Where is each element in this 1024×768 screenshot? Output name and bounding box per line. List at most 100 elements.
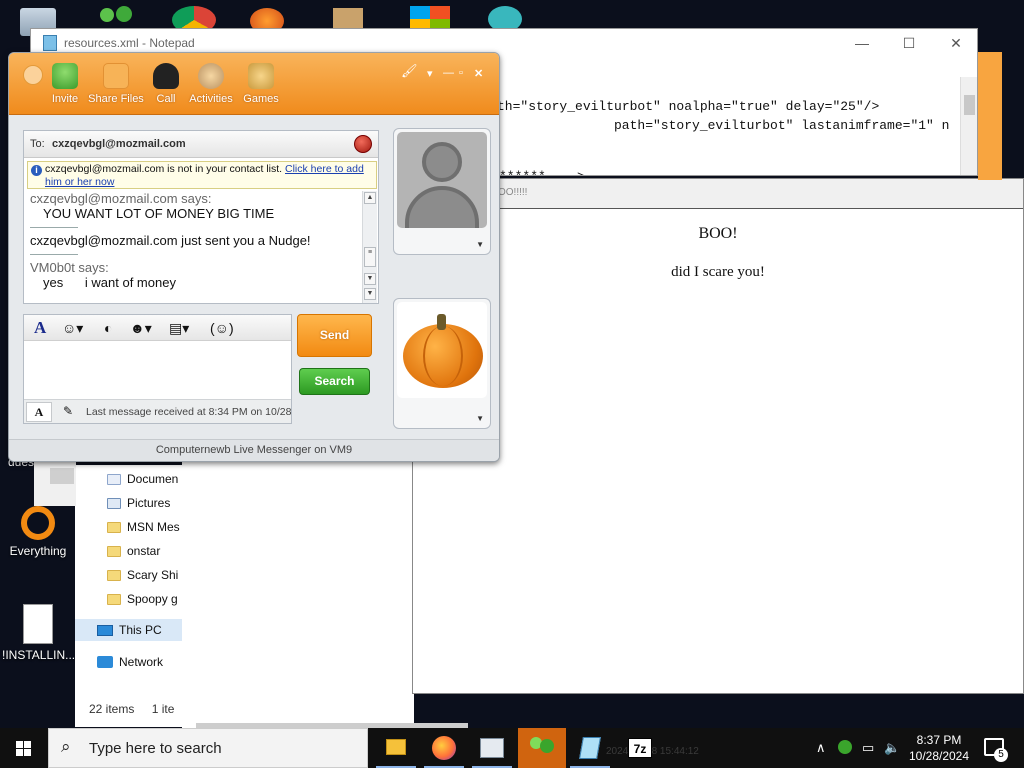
minimize-icon[interactable]: — <box>443 67 454 79</box>
background-icon[interactable]: ▤▾ <box>169 319 189 337</box>
last-message-status: Last message received at 8:34 PM on 10/2… <box>86 406 291 418</box>
scroll-down-icon[interactable]: ▼ <box>364 273 376 285</box>
close-icon[interactable]: ✕ <box>474 67 483 80</box>
handwriting-mode-icon[interactable]: ✎ <box>56 402 80 422</box>
app-taskbar-button[interactable] <box>468 728 516 768</box>
notice-text: cxzqevbgl@mozmail.com is not in your con… <box>45 163 283 175</box>
code-line: path="story_evilturbot" lastanimframe="1… <box>614 118 950 133</box>
games-icon <box>248 63 274 89</box>
msn-tray-icon[interactable] <box>838 740 852 754</box>
explorer-content-pane <box>182 462 414 728</box>
default-avatar-icon <box>397 132 487 228</box>
history-scrollbar[interactable]: ▲ ≡ ▼ ▼ <box>362 191 377 303</box>
contact-display-picture[interactable]: ▼ <box>393 128 491 255</box>
item-count: 22 items <box>89 702 135 716</box>
maximize-icon[interactable]: ▫ <box>459 67 463 79</box>
chevron-down-icon[interactable]: ▼ <box>476 414 484 423</box>
everything-desktop-icon[interactable]: Everything <box>2 506 74 558</box>
app-icon[interactable] <box>333 8 363 30</box>
window-title: resources.xml - Notepad <box>64 36 195 50</box>
scroll-thumb[interactable]: ≡ <box>364 247 376 267</box>
pictures-icon <box>107 497 121 509</box>
file-explorer-taskbar-button[interactable] <box>372 728 420 768</box>
7zip-taskbar-button[interactable]: 7z <box>616 728 664 768</box>
msn-people-icon[interactable] <box>98 6 134 30</box>
chevron-down-icon[interactable]: ▾ <box>427 67 433 80</box>
nav-item-label: MSN Mes <box>127 520 180 534</box>
message-history: cxzqevbgl@mozmail.com says: YOU WANT LOT… <box>30 191 358 303</box>
toolbar-label: Games <box>243 93 279 105</box>
folder-icon <box>107 569 121 581</box>
info-icon: i <box>31 165 42 176</box>
search-button[interactable]: Search <box>299 368 370 395</box>
nav-item-spoopy[interactable]: Spoopy g <box>107 588 178 610</box>
close-icon[interactable]: ✕ <box>941 32 971 54</box>
firefox-icon <box>432 736 456 760</box>
browser-tab-title[interactable]: OO!!!!! <box>498 187 527 198</box>
clock-date: 10/28/2024 <box>908 749 970 763</box>
nav-item-scary[interactable]: Scary Shi <box>107 564 178 586</box>
notepad-icon <box>579 737 601 759</box>
nudge-icon[interactable]: (☺) <box>210 319 234 337</box>
taskbar-search[interactable]: ⌕ Type here to search <box>48 728 368 768</box>
page-subtext: did I scare you! <box>671 264 765 280</box>
compose-panel: A ☺▾ ◐ ☻▾ ▤▾ (☺) A ✎ Last message receiv… <box>23 314 292 424</box>
explorer-scroll-stub <box>34 462 76 506</box>
block-contact-icon[interactable] <box>354 135 372 153</box>
send-button[interactable]: Send <box>297 314 372 357</box>
message-sender: cxzqevbgl@mozmail.com says: <box>30 191 212 206</box>
background-window-edge <box>978 52 1002 180</box>
search-icon: ⌕ <box>61 737 71 756</box>
toolbar-label: Activities <box>189 93 233 105</box>
maximize-icon[interactable]: ☐ <box>894 32 924 54</box>
nav-item-pictures[interactable]: Pictures <box>107 492 170 514</box>
messenger-taskbar-button[interactable] <box>518 728 566 768</box>
nav-item-label: This PC <box>119 623 162 637</box>
scroll-up-icon[interactable]: ▲ <box>364 192 376 204</box>
nav-item-label: Scary Shi <box>127 568 179 582</box>
nav-item-msn[interactable]: MSN Mes <box>107 516 180 538</box>
folder-icon <box>107 545 121 557</box>
code-line: ****** --> <box>499 169 585 175</box>
chevron-down-icon[interactable]: ▼ <box>476 240 484 249</box>
message-divider <box>30 227 78 228</box>
my-display-picture[interactable]: ▼ <box>393 298 491 429</box>
search-placeholder: Type here to search <box>89 740 222 757</box>
wink-icon[interactable]: ☻▾ <box>130 319 152 337</box>
firefox-taskbar-button[interactable] <box>420 728 468 768</box>
nudge-notice: cxzqevbgl@mozmail.com just sent you a Nu… <box>30 233 311 248</box>
system-clock[interactable]: 8:37 PM 10/28/2024 <box>906 732 972 764</box>
phone-icon <box>153 63 179 89</box>
voice-clip-icon[interactable]: ◐ <box>104 319 112 337</box>
volume-icon[interactable]: 🔈 <box>884 740 900 756</box>
nav-item-label: Network <box>119 655 164 669</box>
film-reel-icon <box>198 63 224 89</box>
games-button[interactable]: Games <box>231 63 291 105</box>
text-mode-icon[interactable]: A <box>26 402 52 422</box>
selected-count: 1 ite <box>151 702 175 716</box>
network-icon[interactable]: ▭ <box>862 740 874 756</box>
minimize-icon[interactable]: — <box>847 32 877 54</box>
start-button[interactable] <box>0 728 48 768</box>
chevron-up-icon[interactable]: ∧ <box>816 740 826 756</box>
text-file-icon <box>23 604 53 644</box>
invite-icon <box>52 63 78 89</box>
nav-item-this-pc[interactable]: This PC <box>75 619 185 641</box>
to-bar: To: cxzqevbgl@mozmail.com <box>24 131 378 158</box>
toolbar-label: Invite <box>51 93 79 105</box>
emoticon-icon[interactable]: ☺▾ <box>62 319 83 337</box>
nav-item-documents[interactable]: Documen <box>107 468 178 490</box>
contact-notice: i cxzqevbgl@mozmail.com is not in your c… <box>27 161 377 189</box>
message-input[interactable] <box>24 341 291 399</box>
to-label: To: <box>30 138 45 150</box>
font-icon[interactable]: A <box>34 319 46 337</box>
toolbar-label: Call <box>156 93 176 105</box>
notification-badge: 5 <box>994 748 1008 762</box>
nav-item-network[interactable]: Network <box>97 651 163 673</box>
notepad-scrollbar[interactable] <box>960 77 977 175</box>
scroll-end-icon[interactable]: ▼ <box>364 288 376 300</box>
paint-bucket-icon[interactable]: 🖌 <box>401 63 418 79</box>
desktop-icon-label: Everything <box>9 544 67 558</box>
installing-desktop-icon[interactable]: !INSTALLIN... <box>2 604 75 662</box>
nav-item-onstar[interactable]: onstar <box>107 540 160 562</box>
